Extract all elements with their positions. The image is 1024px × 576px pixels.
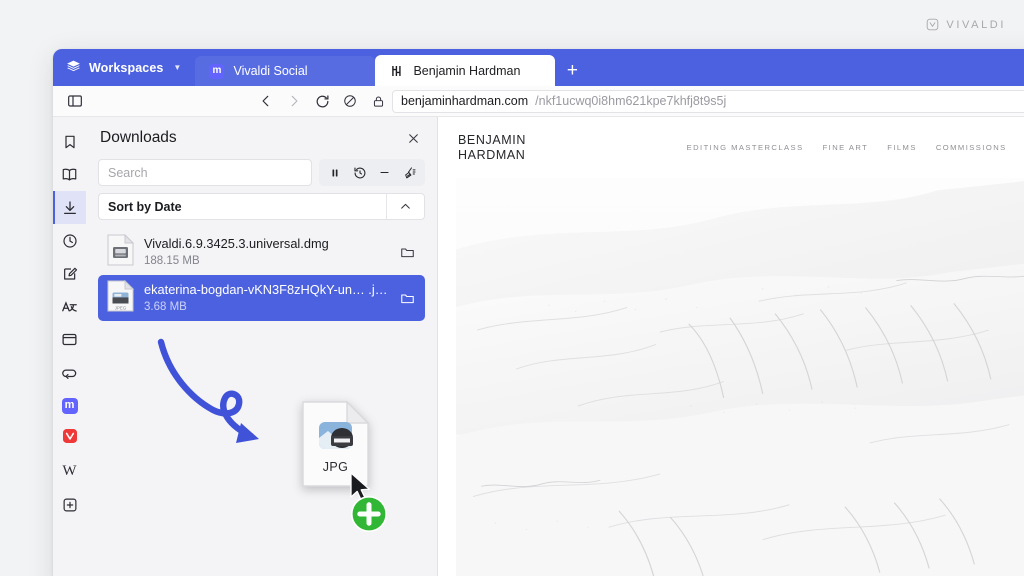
site-nav: EDITING MASTERCLASS FINE ART FILMS COMMI… <box>687 143 1024 152</box>
sort-label: Sort by Date <box>108 199 182 214</box>
downloads-panel: Downloads Search Sort by Date Vivaldi.6.… <box>86 117 438 576</box>
sidebar-item-window-panel[interactable] <box>53 323 86 356</box>
folder-icon[interactable] <box>398 245 416 260</box>
workspaces-button[interactable]: Workspaces ▼ <box>53 49 195 86</box>
site-header: BENJAMIN HARDMAN EDITING MASTERCLASS FIN… <box>438 117 1024 178</box>
hero-image <box>456 178 1024 576</box>
lock-icon[interactable] <box>364 89 392 113</box>
search-input-wrapper[interactable] <box>98 159 312 186</box>
minus-icon[interactable] <box>372 161 397 184</box>
folder-icon[interactable] <box>398 291 416 306</box>
vivaldi-logo-icon <box>926 18 939 31</box>
forward-arrow-icon[interactable] <box>280 89 308 113</box>
nav-item-films[interactable]: FILMS <box>887 143 917 152</box>
sidebar-item-bookmarks[interactable] <box>53 125 86 158</box>
web-content: BENJAMIN HARDMAN EDITING MASTERCLASS FIN… <box>438 117 1024 576</box>
bh-monogram-icon <box>389 63 404 78</box>
tab-label: Vivaldi Social <box>233 64 308 78</box>
broom-icon[interactable] <box>397 161 422 184</box>
workspaces-stack-icon <box>66 59 81 77</box>
workspaces-label: Workspaces <box>89 60 164 75</box>
downloads-toolbar <box>319 159 425 186</box>
reload-icon[interactable] <box>308 89 336 113</box>
sidebar-item-feeds[interactable] <box>53 356 86 389</box>
brand-line-1: BENJAMIN <box>458 133 527 147</box>
vivaldi-watermark: VIVALDI <box>926 18 1006 31</box>
download-size: 3.68 MB <box>144 300 187 313</box>
tab-bar: Workspaces ▼ m Vivaldi Social Benjamin H… <box>53 49 1024 86</box>
tab-bar-empty-space <box>589 49 1024 86</box>
list-item-meta: ekaterina-bogdan-vKN3F8zHQkY-un… .jpg 3.… <box>144 281 388 314</box>
page-title: Downloads <box>100 129 177 146</box>
browser-body: m W Downloads Search Sort by Date Vivald… <box>53 117 1024 576</box>
nav-item-commissions[interactable]: COMMISSIONS <box>936 143 1007 152</box>
close-icon[interactable] <box>403 128 423 148</box>
nav-item-fine-art[interactable]: FINE ART <box>823 143 869 152</box>
download-name: ekaterina-bogdan-vKN3F8zHQkY-un… .jpg <box>144 282 389 298</box>
downloads-panel-header: Downloads <box>98 117 425 159</box>
url-path: /nkf1ucwq0i8hm621kpe7khfj8t9s5j <box>535 94 727 108</box>
mastodon-icon: m <box>209 63 225 79</box>
list-item-meta: Vivaldi.6.9.3425.3.universal.dmg 188.15 … <box>144 235 388 268</box>
mastodon-icon: m <box>61 397 78 414</box>
sidebar-item-history[interactable] <box>53 224 86 257</box>
list-item[interactable]: Vivaldi.6.9.3425.3.universal.dmg 188.15 … <box>98 229 425 275</box>
downloads-search-row <box>98 159 425 186</box>
dmg-file-icon <box>107 233 135 271</box>
jpg-file-icon: JPEG <box>107 279 135 317</box>
sidebar-item-add-web-panel[interactable] <box>53 488 86 521</box>
panel-toggle-icon[interactable] <box>61 89 89 113</box>
tab-label: Benjamin Hardman <box>413 63 521 78</box>
sidebar-item-reading-list[interactable] <box>53 158 86 191</box>
url-host: benjaminhardman.com <box>401 94 529 108</box>
wikipedia-w-icon: W <box>62 463 77 479</box>
brand-line-2: HARDMAN <box>458 147 526 162</box>
sidebar-item-vivaldi-social[interactable]: m <box>53 389 86 422</box>
sidebar-item-wikipedia[interactable]: W <box>53 455 86 488</box>
svg-text:JPEG: JPEG <box>115 305 127 310</box>
download-name: Vivaldi.6.9.3425.3.universal.dmg <box>144 236 329 252</box>
chevron-up-icon[interactable] <box>386 194 424 219</box>
downloads-list: Vivaldi.6.9.3425.3.universal.dmg 188.15 … <box>98 229 425 321</box>
address-bar: benjaminhardman.com/nkf1ucwq0i8hm621kpe7… <box>53 86 1024 117</box>
history-restore-icon[interactable] <box>347 161 372 184</box>
download-size: 188.15 MB <box>144 254 200 267</box>
site-brand[interactable]: BENJAMIN HARDMAN <box>458 133 526 162</box>
search-input[interactable] <box>108 165 302 180</box>
chevron-down-icon[interactable]: ▼ <box>173 63 181 72</box>
ad-block-icon[interactable] <box>336 89 364 113</box>
side-panel-rail: m W <box>53 117 86 576</box>
screenshot-root: VIVALDI Workspaces ▼ m Vivaldi Social Be… <box>0 0 1024 576</box>
tab-benjamin-hardman[interactable]: Benjamin Hardman <box>375 55 556 86</box>
nav-item-editing-masterclass[interactable]: EDITING MASTERCLASS <box>687 143 804 152</box>
browser-window: Workspaces ▼ m Vivaldi Social Benjamin H… <box>53 49 1024 576</box>
new-tab-button[interactable]: + <box>555 55 589 86</box>
vivaldi-shield-icon <box>62 428 78 449</box>
back-arrow-icon[interactable] <box>252 89 280 113</box>
vivaldi-watermark-label: VIVALDI <box>946 18 1006 31</box>
sidebar-item-translate[interactable] <box>53 290 86 323</box>
sidebar-item-vivaldi-mail[interactable] <box>53 422 86 455</box>
url-bar[interactable]: benjaminhardman.com/nkf1ucwq0i8hm621kpe7… <box>392 89 1024 113</box>
sidebar-item-downloads[interactable] <box>53 191 86 224</box>
pause-icon[interactable] <box>322 161 347 184</box>
tab-vivaldi-social[interactable]: m Vivaldi Social <box>195 56 376 86</box>
sidebar-item-notes[interactable] <box>53 257 86 290</box>
sort-selector[interactable]: Sort by Date <box>98 193 425 220</box>
list-item[interactable]: JPEG ekaterina-bogdan-vKN3F8zHQkY-un… .j… <box>98 275 425 321</box>
